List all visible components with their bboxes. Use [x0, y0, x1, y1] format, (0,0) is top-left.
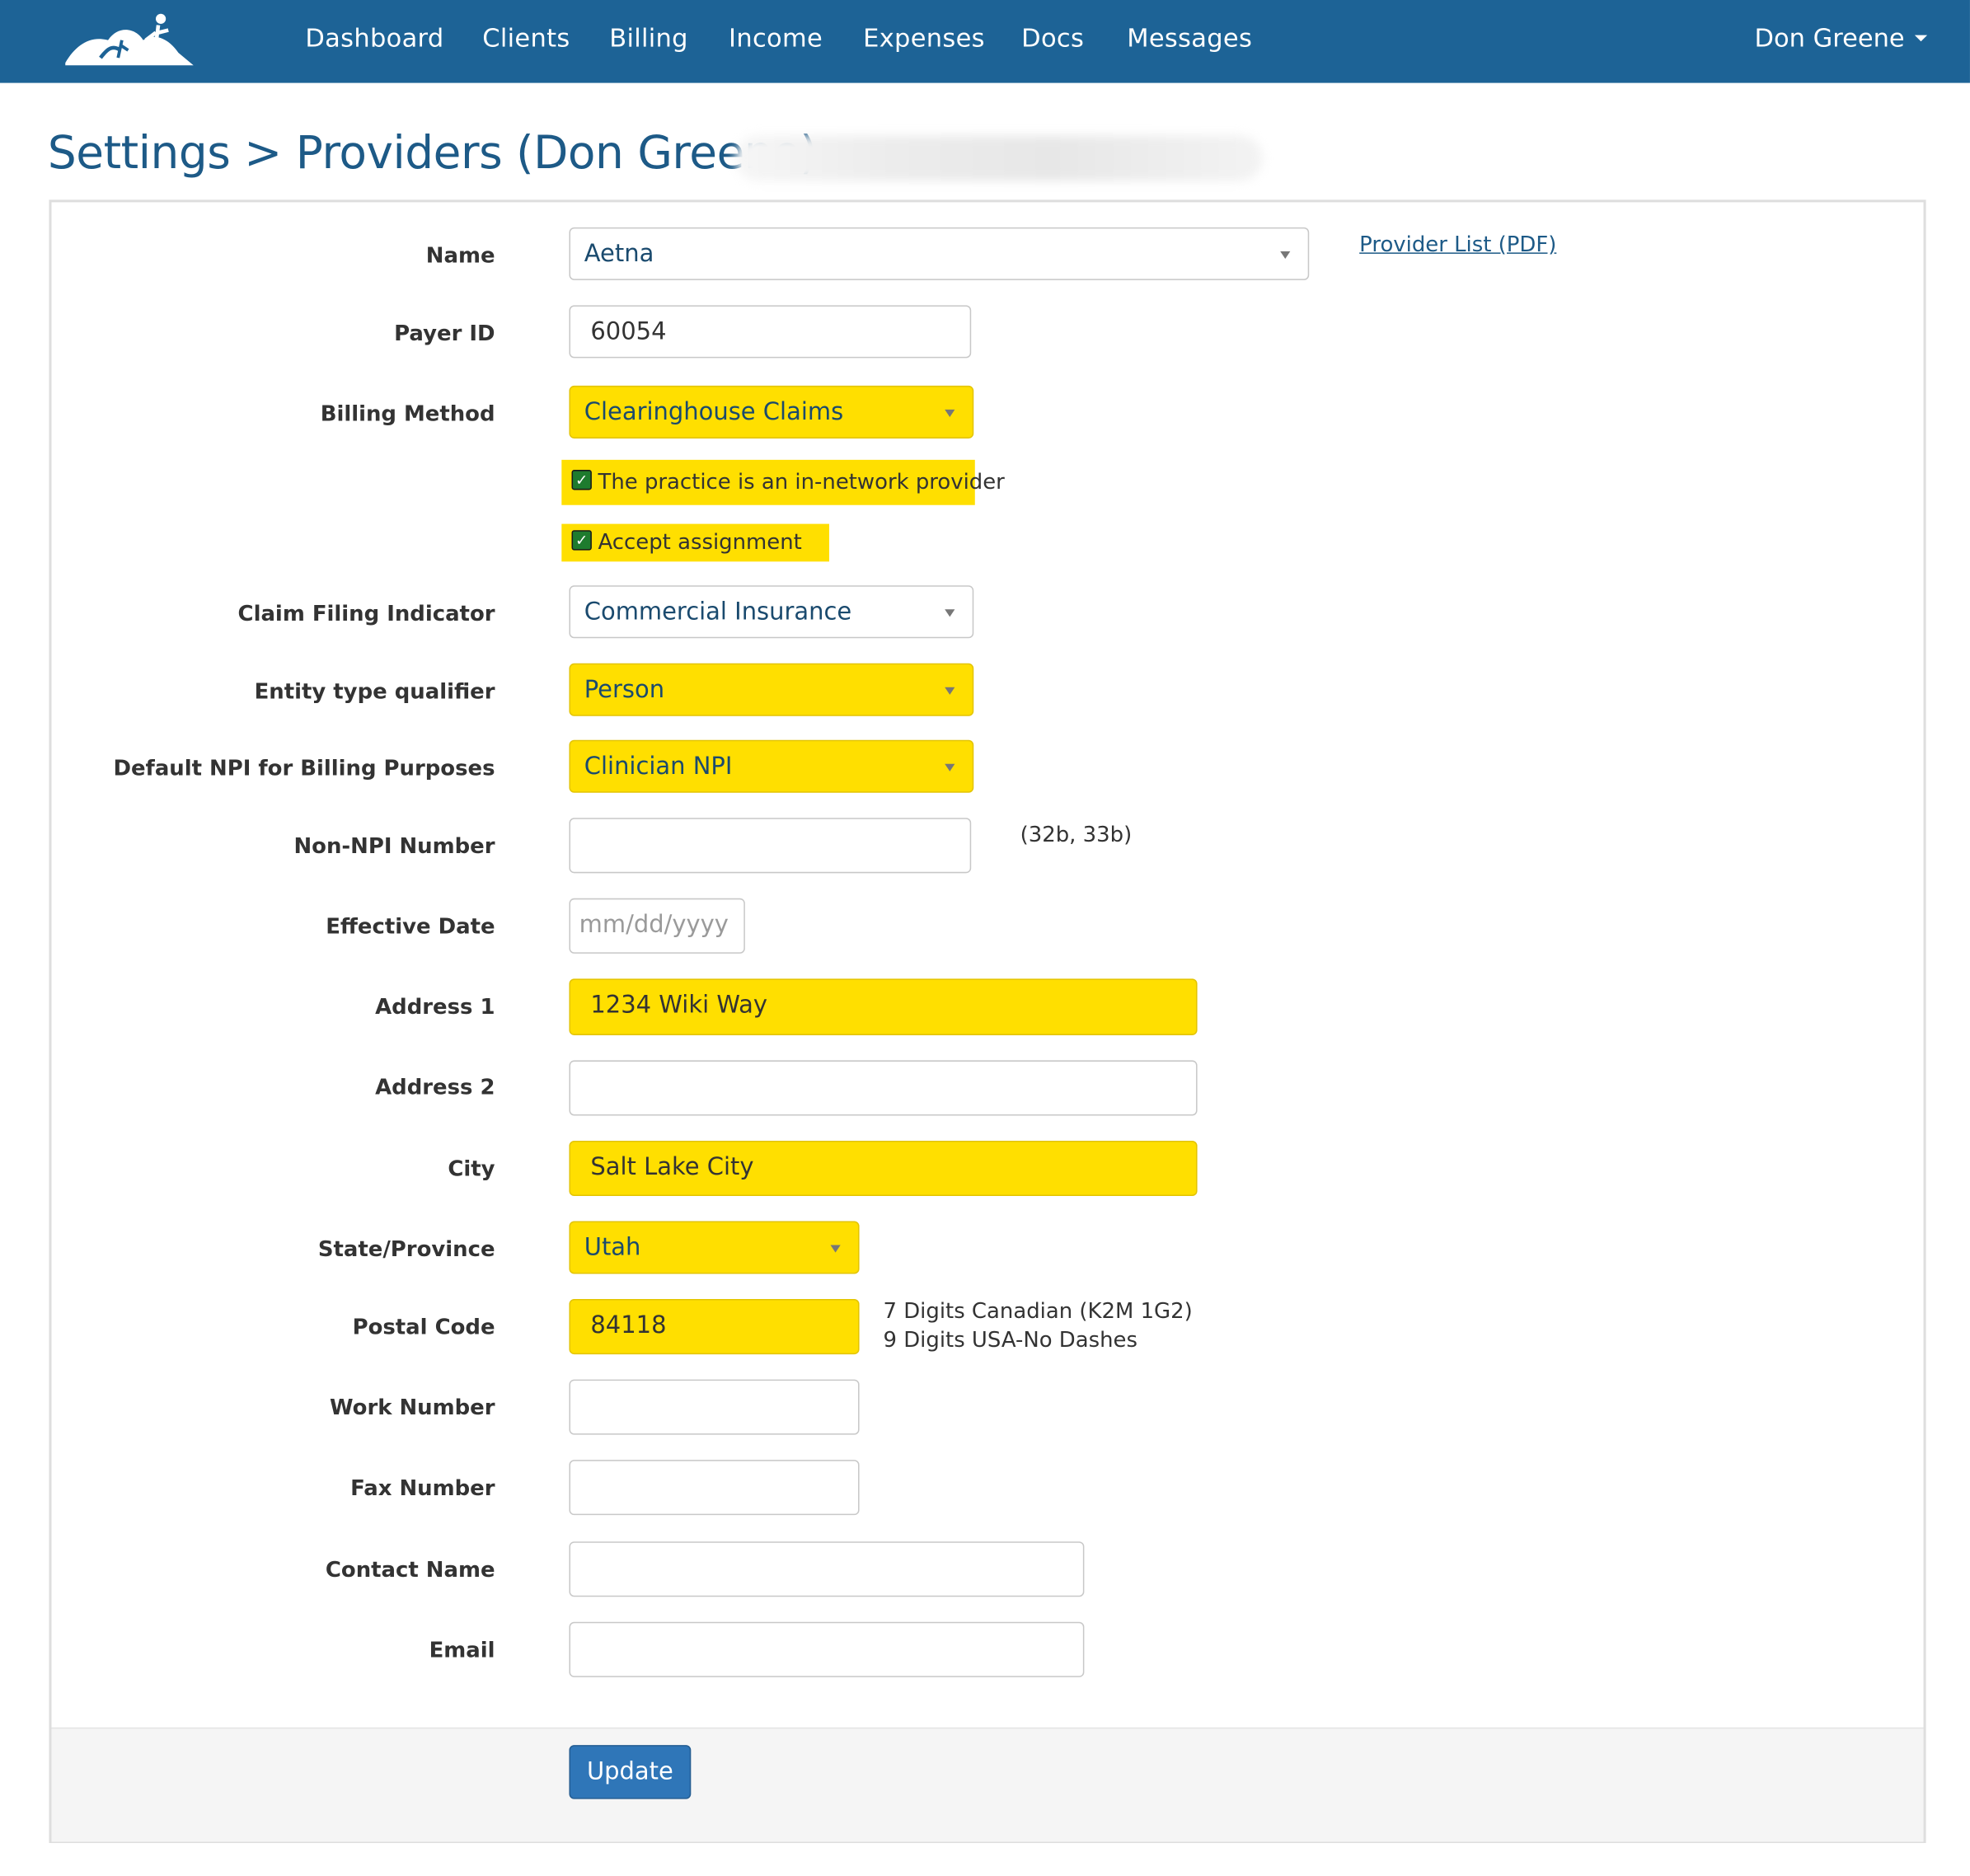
entity-type-value: Person — [584, 676, 665, 704]
checkbox-checked-icon[interactable]: ✓ — [571, 530, 592, 551]
billing-method-select[interactable]: Clearinghouse Claims — [569, 385, 974, 439]
postal-code-hint-usa: 9 Digits USA-No Dashes — [883, 1328, 1137, 1353]
dropdown-arrow-icon — [1280, 251, 1291, 259]
postal-code-hint-canadian: 7 Digits Canadian (K2M 1G2) — [883, 1299, 1193, 1325]
name-select[interactable]: Aetna — [569, 227, 1310, 280]
dropdown-arrow-icon — [945, 409, 955, 418]
postal-code-label: Postal Code — [352, 1315, 495, 1341]
non-npi-input[interactable] — [569, 818, 972, 874]
non-npi-hint: (32b, 33b) — [1020, 823, 1133, 848]
caret-down-icon — [1914, 34, 1928, 41]
address2-label: Address 2 — [375, 1075, 495, 1101]
nav-income[interactable]: Income — [729, 22, 823, 53]
checkbox-checked-icon[interactable]: ✓ — [571, 470, 592, 490]
effective-date-placeholder: mm/dd/yyyy — [579, 911, 729, 939]
update-button[interactable]: Update — [569, 1745, 692, 1799]
name-label: Name — [425, 243, 495, 270]
nav-dashboard[interactable]: Dashboard — [305, 22, 443, 53]
provider-list-link[interactable]: Provider List (PDF) — [1359, 232, 1556, 257]
dropdown-arrow-icon — [945, 687, 955, 695]
accept-assignment-checkbox-row[interactable]: ✓ Accept assignment — [561, 523, 829, 562]
postal-code-input[interactable]: 84118 — [569, 1299, 860, 1355]
dropdown-arrow-icon — [830, 1245, 841, 1253]
dropdown-arrow-icon — [945, 763, 955, 772]
payer-id-input[interactable]: 60054 — [569, 305, 972, 359]
top-navbar: Dashboard Clients Billing Income Expense… — [0, 0, 1970, 83]
nav-clients[interactable]: Clients — [482, 22, 570, 53]
page-title: Settings > Providers (Don Greene) — [47, 128, 818, 180]
default-npi-value: Clinician NPI — [584, 752, 733, 781]
state-value: Utah — [584, 1233, 641, 1262]
in-network-checkbox-row[interactable]: ✓ The practice is an in-network provider — [561, 459, 1005, 505]
work-number-label: Work Number — [330, 1395, 495, 1421]
dropdown-arrow-icon — [945, 609, 955, 617]
city-input[interactable]: Salt Lake City — [569, 1140, 1198, 1197]
effective-date-input[interactable]: mm/dd/yyyy — [569, 898, 745, 954]
address2-input[interactable] — [569, 1060, 1198, 1116]
entity-type-label: Entity type qualifier — [254, 679, 495, 706]
work-number-input[interactable] — [569, 1379, 860, 1435]
nav-docs[interactable]: Docs — [1021, 22, 1084, 53]
default-npi-select[interactable]: Clinician NPI — [569, 739, 974, 793]
claim-filing-select[interactable]: Commercial Insurance — [569, 585, 974, 639]
effective-date-label: Effective Date — [326, 914, 495, 940]
default-npi-label: Default NPI for Billing Purposes — [113, 756, 495, 782]
form-footer — [51, 1727, 1924, 1842]
user-menu[interactable]: Don Greene — [1754, 22, 1928, 54]
city-label: City — [448, 1156, 495, 1183]
claim-filing-value: Commercial Insurance — [584, 598, 852, 626]
non-npi-label: Non-NPI Number — [293, 834, 495, 860]
billing-method-value: Clearinghouse Claims — [584, 398, 844, 426]
email-label: Email — [429, 1638, 495, 1664]
fax-number-label: Fax Number — [350, 1475, 495, 1502]
contact-name-input[interactable] — [569, 1541, 1085, 1597]
claim-filing-label: Claim Filing Indicator — [237, 602, 495, 627]
payer-id-label: Payer ID — [394, 321, 495, 347]
contact-name-label: Contact Name — [325, 1558, 495, 1583]
address1-label: Address 1 — [375, 995, 495, 1020]
user-name: Don Greene — [1754, 22, 1905, 54]
entity-type-select[interactable]: Person — [569, 663, 974, 716]
state-label: State/Province — [317, 1237, 495, 1263]
name-value: Aetna — [584, 240, 654, 268]
app-logo-icon[interactable] — [63, 7, 196, 70]
email-input[interactable] — [569, 1621, 1085, 1677]
fax-number-input[interactable] — [569, 1460, 860, 1516]
nav-messages[interactable]: Messages — [1127, 22, 1252, 53]
page: Dashboard Clients Billing Income Expense… — [0, 0, 1970, 1871]
state-select[interactable]: Utah — [569, 1221, 860, 1274]
nav-expenses[interactable]: Expenses — [863, 22, 985, 53]
accept-assignment-label: Accept assignment — [598, 530, 802, 556]
in-network-label: The practice is an in-network provider — [598, 470, 1005, 495]
address1-input[interactable]: 1234 Wiki Way — [569, 978, 1198, 1035]
redacted-blur — [734, 135, 1263, 181]
nav-billing[interactable]: Billing — [609, 22, 688, 53]
billing-method-label: Billing Method — [320, 401, 495, 428]
